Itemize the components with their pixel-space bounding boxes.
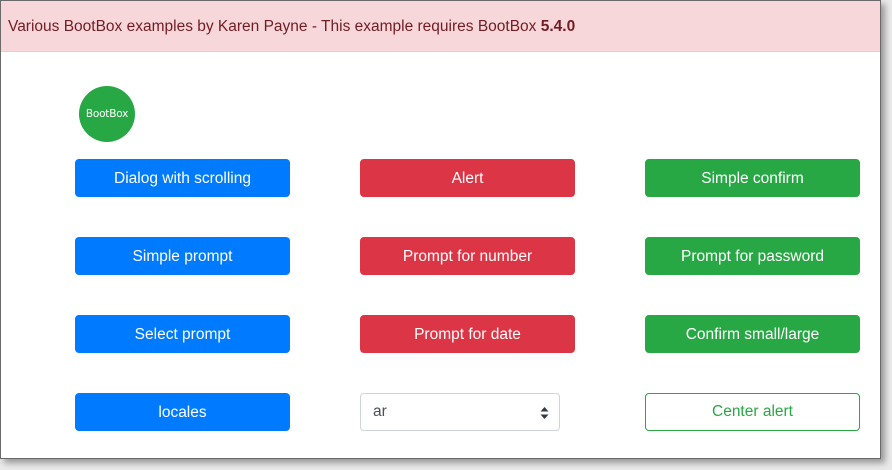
banner-version: 5.4.0	[540, 18, 576, 35]
prompt-for-number-button[interactable]: Prompt for number	[360, 237, 575, 275]
prompt-for-password-button[interactable]: Prompt for password	[645, 237, 860, 275]
confirm-small-large-button[interactable]: Confirm small/large	[645, 315, 860, 353]
requirement-alert-banner: Various BootBox examples by Karen Payne …	[1, 1, 880, 52]
simple-prompt-button[interactable]: Simple prompt	[75, 237, 290, 275]
prompt-for-date-button[interactable]: Prompt for date	[360, 315, 575, 353]
dialog-with-scrolling-button[interactable]: Dialog with scrolling	[75, 159, 290, 197]
bootbox-logo: BootBox	[79, 86, 135, 142]
banner-text: Various BootBox examples by Karen Payne …	[8, 18, 541, 35]
app-window: Various BootBox examples by Karen Payne …	[0, 0, 881, 459]
simple-confirm-button[interactable]: Simple confirm	[645, 159, 860, 197]
select-updown-icon	[540, 407, 549, 419]
locale-select-value: ar	[373, 403, 387, 420]
select-prompt-button[interactable]: Select prompt	[75, 315, 290, 353]
locales-button[interactable]: locales	[75, 393, 290, 431]
center-alert-button[interactable]: Center alert	[645, 393, 860, 431]
locale-select[interactable]: ar	[360, 393, 560, 431]
alert-button[interactable]: Alert	[360, 159, 575, 197]
